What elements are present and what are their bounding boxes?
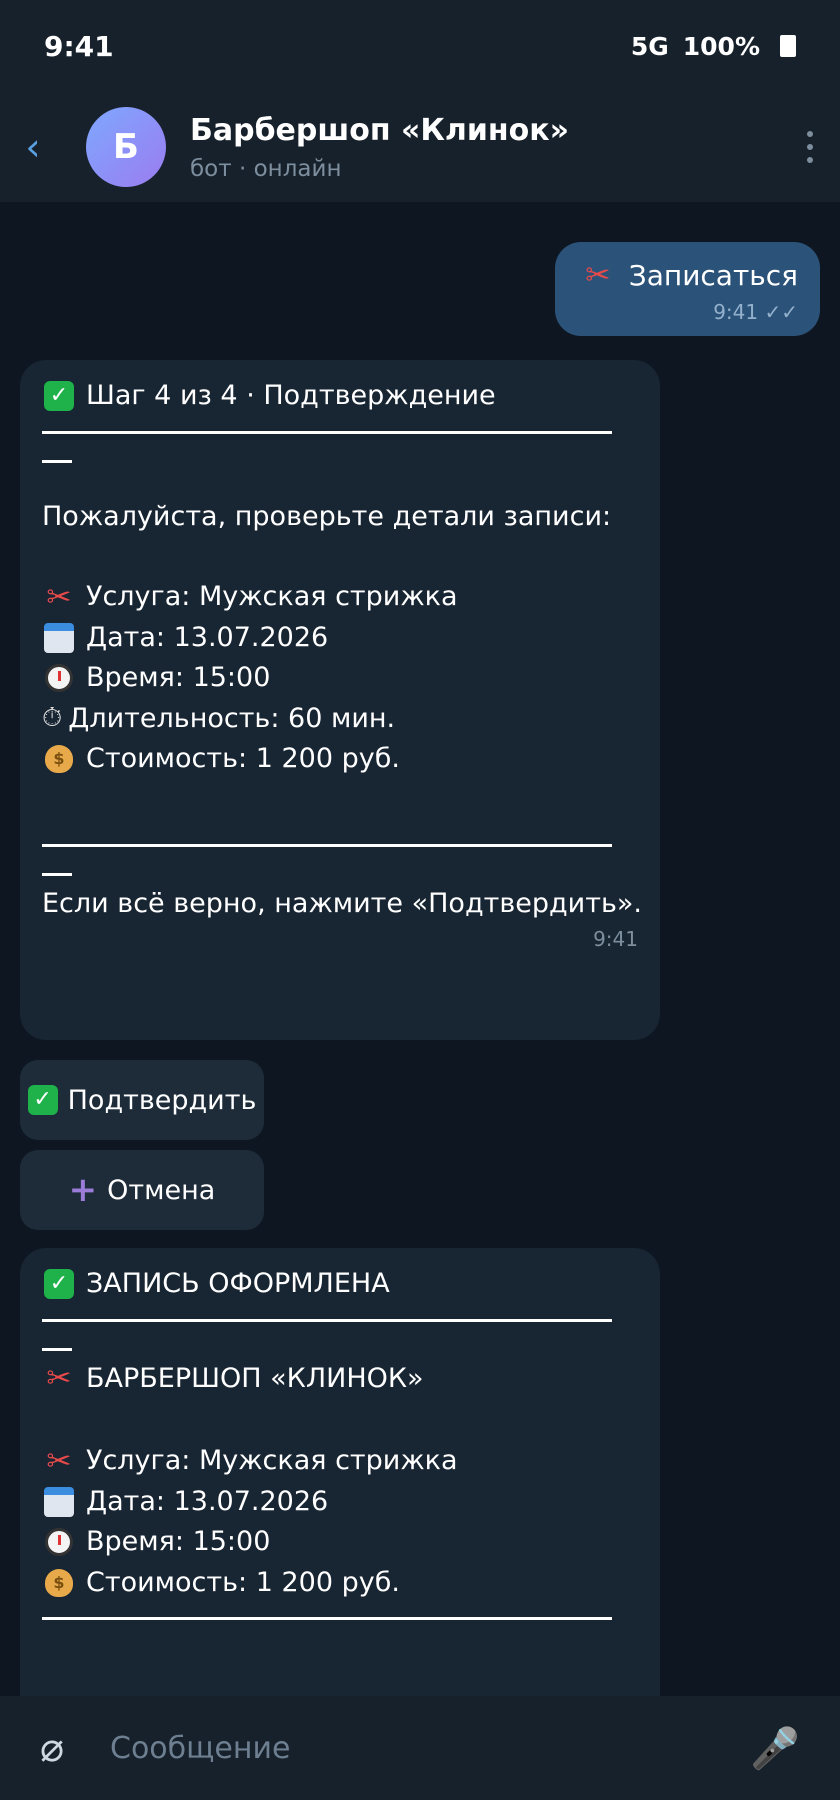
microphone-icon[interactable]: 🎤 bbox=[750, 1725, 800, 1772]
price-line: Стоимость: 1 200 руб. bbox=[86, 743, 400, 774]
message-composer: ⌀ 🎤 bbox=[0, 1696, 840, 1800]
message-list[interactable]: ✂ Записаться 9:41 ✓✓ ✓ Шаг 4 из 4 · Подт… bbox=[0, 202, 840, 1696]
status-indicators: 5G 100% bbox=[631, 32, 796, 61]
outgoing-message[interactable]: ✂ Записаться 9:41 ✓✓ bbox=[554, 242, 820, 336]
divider bbox=[42, 430, 612, 434]
back-arrow-icon[interactable]: ‹ bbox=[2, 125, 64, 169]
plus-icon: + bbox=[68, 1170, 98, 1210]
read-checks-icon: ✓✓ bbox=[764, 300, 798, 324]
money-icon-wrap: $ bbox=[42, 742, 76, 776]
clock-icon bbox=[45, 1528, 73, 1557]
check-icon-wrap: ✓ bbox=[42, 1267, 76, 1301]
clock-icon-wrap bbox=[42, 661, 76, 695]
check-icon: ✓ bbox=[27, 1085, 58, 1115]
check-icon: ✓ bbox=[44, 381, 74, 412]
chat-header: ‹ Б Барбершоп «Клинок» бот · онлайн bbox=[0, 92, 840, 202]
money-icon-wrap: $ bbox=[42, 1566, 76, 1600]
confirm-title: Шаг 4 из 4 · Подтверждение bbox=[86, 380, 496, 411]
chat-title: Барбершоп «Клинок» bbox=[190, 112, 569, 148]
scissors-icon: ✂ bbox=[46, 579, 72, 615]
booking-message[interactable]: ✓ ЗАПИСЬ ОФОРМЛЕНА ✂ БАРБЕРШОП «КЛИНОК» … bbox=[20, 1248, 660, 1696]
divider bbox=[42, 843, 612, 847]
confirm-intro: Пожалуйста, проверьте детали записи: bbox=[42, 500, 612, 532]
money-bag-icon: $ bbox=[45, 745, 73, 774]
service-line: Услуга: Мужская стрижка bbox=[86, 581, 458, 612]
scissors-icon: ✂ bbox=[585, 257, 611, 293]
service-line: Услуга: Мужская стрижка bbox=[86, 1445, 458, 1476]
clock-icon bbox=[45, 664, 73, 693]
calendar-icon-wrap bbox=[42, 621, 76, 655]
shop-line: БАРБЕРШОП «КЛИНОК» bbox=[86, 1362, 424, 1394]
status-time: 9:41 bbox=[44, 29, 114, 63]
chat-status: бот · онлайн bbox=[190, 155, 342, 182]
time-line: Время: 15:00 bbox=[86, 662, 271, 693]
confirm-footer: Если всё верно, нажмите «Подтвердить». bbox=[42, 887, 642, 919]
battery-icon bbox=[780, 35, 796, 57]
divider bbox=[42, 1318, 612, 1322]
battery-label: 100% bbox=[682, 31, 760, 61]
calendar-icon bbox=[44, 1486, 74, 1517]
date-line: Дата: 13.07.2026 bbox=[86, 1485, 329, 1517]
message-time: 9:41 bbox=[713, 300, 759, 324]
money-bag-icon: $ bbox=[45, 1568, 73, 1597]
message-time: 9:41 bbox=[593, 927, 638, 951]
chat-info[interactable]: Барбершоп «Клинок» бот · онлайн bbox=[190, 113, 780, 182]
avatar[interactable]: Б bbox=[86, 107, 166, 187]
check-icon: ✓ bbox=[44, 1269, 74, 1300]
scissors-icon: ✂ bbox=[46, 1361, 72, 1397]
scissors-icon: ✂ bbox=[46, 1443, 72, 1479]
message-meta: 9:41 ✓✓ bbox=[581, 300, 798, 324]
confirmation-message[interactable]: ✓ Шаг 4 из 4 · Подтверждение Пожалуйста,… bbox=[20, 360, 660, 1040]
check-icon-wrap: ✓ bbox=[42, 379, 76, 413]
confirm-button[interactable]: ✓ Подтвердить bbox=[20, 1060, 264, 1140]
status-bar: 9:41 5G 100% bbox=[0, 0, 840, 92]
divider bbox=[42, 1617, 612, 1620]
network-label: 5G bbox=[630, 31, 669, 61]
booked-title: ЗАПИСЬ ОФОРМЛЕНА bbox=[86, 1268, 390, 1299]
duration-line: Длительность: 60 мин. bbox=[68, 702, 396, 734]
more-vertical-icon[interactable] bbox=[780, 131, 840, 163]
calendar-icon-wrap bbox=[42, 1485, 76, 1519]
confirm-button-label: Подтвердить bbox=[67, 1084, 257, 1116]
divider-tail bbox=[42, 1347, 72, 1351]
divider-tail bbox=[42, 459, 72, 463]
time-line: Время: 15:00 bbox=[86, 1526, 271, 1557]
calendar-icon bbox=[44, 622, 74, 653]
cancel-button[interactable]: + Отмена bbox=[20, 1150, 264, 1230]
paperclip-icon[interactable]: ⌀ bbox=[40, 1725, 80, 1771]
cancel-button-label: Отмена bbox=[107, 1174, 216, 1206]
divider-tail bbox=[42, 872, 72, 876]
price-line: Стоимость: 1 200 руб. bbox=[86, 1566, 400, 1598]
message-text: Записаться bbox=[628, 258, 798, 292]
message-input[interactable] bbox=[110, 1730, 751, 1766]
date-line: Дата: 13.07.2026 bbox=[86, 621, 329, 653]
stopwatch-icon: ⏱ bbox=[42, 703, 63, 734]
clock-icon-wrap bbox=[42, 1525, 76, 1559]
